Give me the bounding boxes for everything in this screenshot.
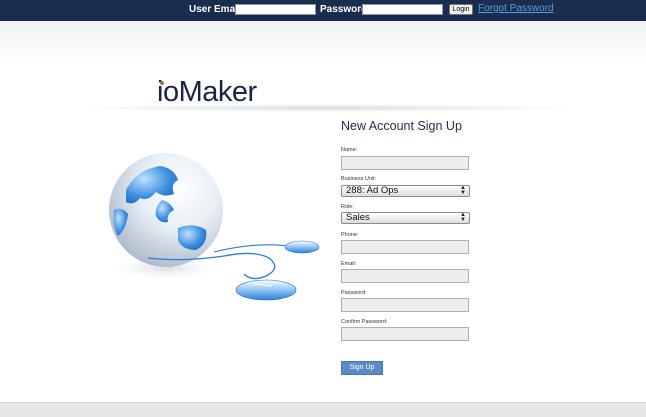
role-select[interactable]: Sales ▲ ▼	[341, 212, 470, 224]
email-input[interactable]	[341, 269, 469, 283]
email-label: Email:	[341, 261, 357, 267]
select-arrows-icon: ▲ ▼	[460, 212, 466, 223]
header-band	[0, 21, 646, 65]
sign-up-button[interactable]: Sign Up	[341, 361, 383, 375]
form-title: New Account Sign Up	[341, 119, 462, 133]
globe-mouse-illustration	[104, 153, 320, 301]
top-login-bar: User Email: Password: Login Forgot Passw…	[0, 0, 646, 21]
mouse-cable-2	[213, 244, 290, 253]
logo-divider	[72, 104, 580, 112]
name-label: Name:	[341, 147, 358, 153]
business-unit-value: 288: Ad Ops	[346, 185, 399, 196]
business-unit-label: Business Unit:	[341, 176, 377, 182]
password-field[interactable]	[341, 298, 469, 312]
role-value: Sales	[346, 212, 370, 223]
mouse-small	[284, 240, 320, 254]
logo-dot	[160, 81, 164, 85]
mouse-large	[235, 279, 297, 301]
confirm-password-label: Confirm Password:	[341, 319, 388, 325]
business-unit-select[interactable]: 288: Ad Ops ▲ ▼	[341, 185, 470, 197]
password-input[interactable]	[362, 4, 443, 15]
phone-label: Phone:	[341, 232, 359, 238]
password-field-label: Password:	[341, 290, 367, 296]
user-email-input[interactable]	[235, 4, 316, 15]
footer	[0, 402, 646, 417]
forgot-password-link[interactable]: Forgot Password	[478, 3, 554, 14]
role-label: Role:	[341, 204, 354, 210]
phone-input[interactable]	[341, 240, 469, 254]
login-button[interactable]: Login	[449, 4, 473, 15]
confirm-password-field[interactable]	[341, 327, 469, 341]
name-input[interactable]	[341, 156, 469, 170]
select-arrows-icon: ▲ ▼	[460, 185, 466, 196]
